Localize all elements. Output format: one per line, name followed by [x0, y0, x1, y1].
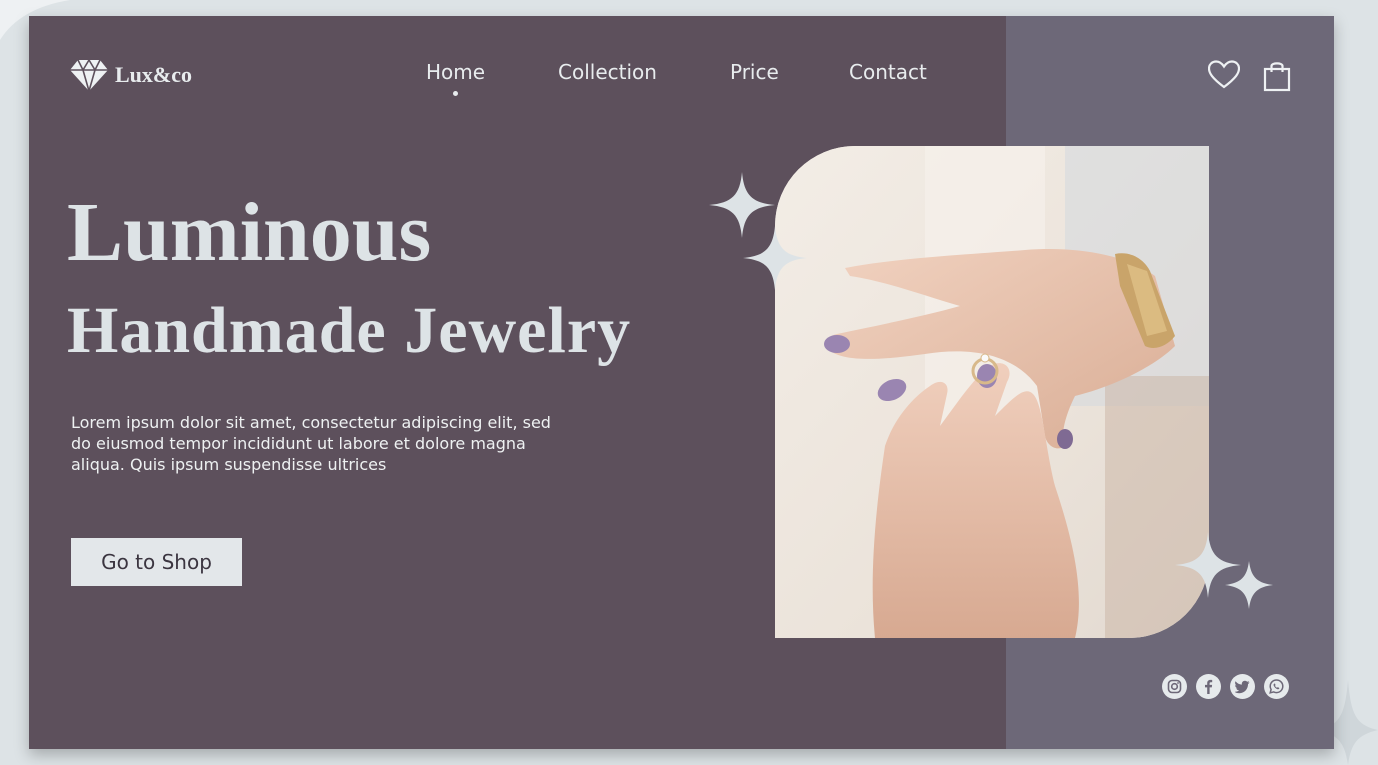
heart-icon[interactable]	[1208, 60, 1240, 90]
main-navigation: Home Collection Price Contact	[29, 60, 1334, 100]
nav-item-label: Home	[426, 60, 486, 84]
shopping-bag-icon[interactable]	[1263, 60, 1291, 92]
nav-item-label: Price	[730, 60, 779, 84]
nav-item-price[interactable]: Price	[730, 60, 779, 84]
twitter-icon[interactable]	[1230, 674, 1255, 699]
nav-item-contact[interactable]: Contact	[849, 60, 927, 84]
whatsapp-icon[interactable]	[1264, 674, 1289, 699]
instagram-icon[interactable]	[1162, 674, 1187, 699]
sparkle-icon	[743, 226, 807, 290]
ring-hands-illustration	[775, 146, 1209, 638]
facebook-icon[interactable]	[1196, 674, 1221, 699]
nav-item-collection[interactable]: Collection	[558, 60, 657, 84]
nav-item-label: Contact	[849, 60, 927, 84]
nav-item-home[interactable]: Home	[426, 60, 486, 96]
active-indicator-dot	[453, 91, 459, 96]
go-to-shop-button[interactable]: Go to Shop	[71, 538, 242, 586]
landing-card: Lux&co Home Collection Price Contact Lum…	[29, 16, 1334, 749]
social-links	[1162, 674, 1289, 699]
sparkle-icon	[1225, 561, 1273, 609]
nav-item-label: Collection	[558, 60, 657, 84]
hero-photo-ring-hands	[775, 146, 1209, 638]
hero-description: Lorem ipsum dolor sit amet, consectetur …	[71, 413, 551, 474]
hero-title-line-1: Luminous	[67, 186, 432, 279]
hero-title-line-2: Handmade Jewelry	[67, 294, 632, 367]
